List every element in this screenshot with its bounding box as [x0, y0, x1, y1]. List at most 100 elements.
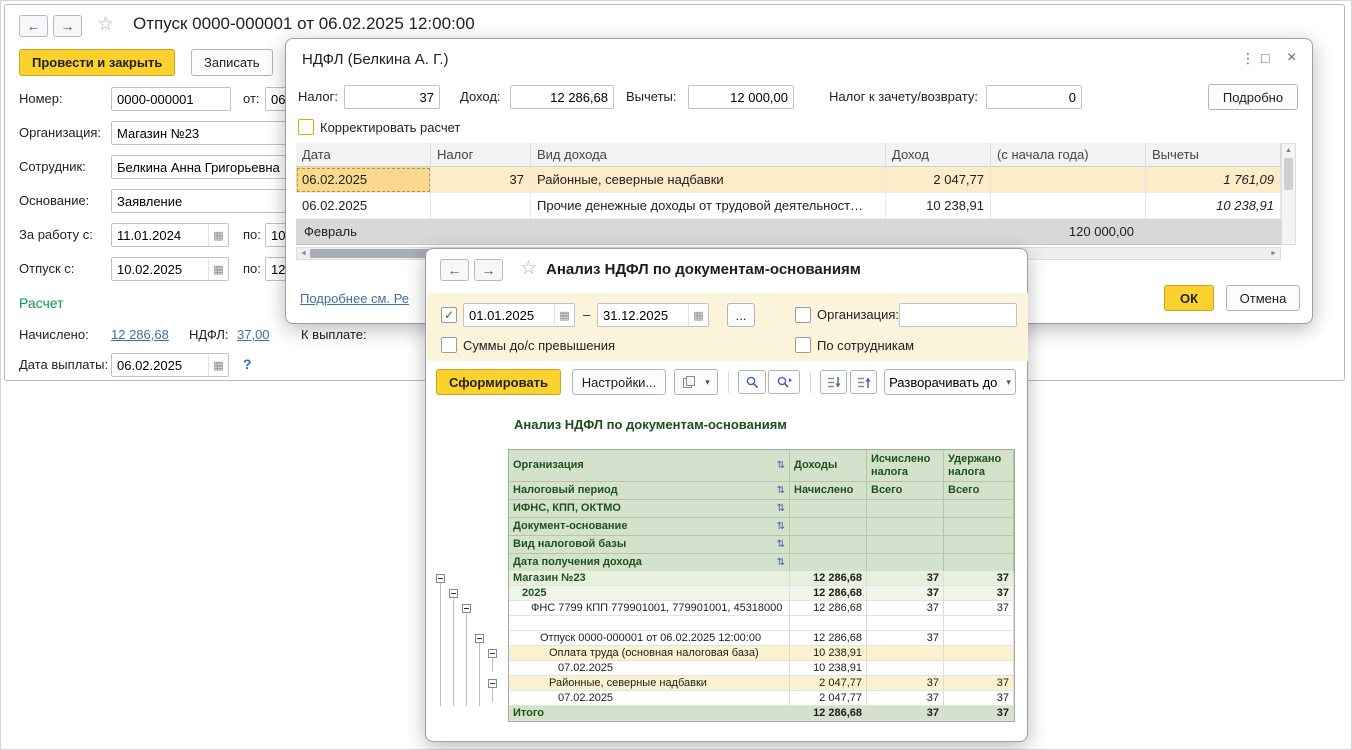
collapse-group-icon[interactable] [488, 649, 497, 658]
organization-input[interactable]: Магазин №23 [111, 121, 311, 145]
report-row-label[interactable]: Районные, северные надбавки [509, 676, 790, 691]
report-header-label[interactable]: Документ-основание⇅ [509, 518, 790, 536]
search-next-button[interactable] [768, 370, 800, 394]
expand-to-button[interactable]: Разворачивать до ▾ [884, 369, 1016, 395]
column-header-deductions[interactable]: Вычеты [1146, 143, 1281, 167]
report-variants-button[interactable]: ▾ [674, 369, 718, 395]
report-row-value: 12 286,68 [790, 631, 867, 646]
back-button[interactable]: ← [19, 15, 48, 37]
report-header-label[interactable]: ИФНС, КПП, ОКТМО⇅ [509, 500, 790, 518]
sort-icon[interactable]: ⇅ [777, 503, 785, 515]
favorite-star-icon[interactable]: ☆ [520, 259, 537, 279]
forward-button[interactable]: → [474, 259, 503, 281]
details-button[interactable]: Подробно [1208, 84, 1298, 110]
period-from-input[interactable]: 01.01.2025 ▦ [463, 303, 575, 327]
sort-icon[interactable]: ⇅ [777, 521, 785, 533]
scrollbar-thumb[interactable] [1284, 158, 1293, 190]
report-row-label[interactable]: Магазин №23 [509, 571, 790, 586]
post-and-close-button[interactable]: Провести и закрыть [19, 49, 175, 76]
pay-date-input[interactable]: 06.02.2025 ▦ [111, 353, 229, 377]
sort-icon[interactable]: ⇅ [777, 557, 785, 569]
close-icon[interactable]: × [1287, 49, 1296, 67]
see-more-link[interactable]: Подробнее см. Ре [300, 291, 409, 306]
scroll-left-icon[interactable]: ◄ [297, 250, 310, 257]
organization-checkbox[interactable] [795, 307, 811, 323]
calendar-icon[interactable]: ▦ [688, 304, 708, 326]
column-header-income[interactable]: Доход [886, 143, 991, 167]
column-header-tax[interactable]: Налог [431, 143, 531, 167]
deductions-input[interactable]: 12 000,00 [688, 85, 794, 109]
pay-date-value[interactable]: 06.02.2025 [112, 354, 208, 376]
report-header-label[interactable]: Дата получения дохода⇅ [509, 554, 790, 572]
ndfl-table-row[interactable]: 06.02.202537Районные, северные надбавки2… [296, 167, 1281, 193]
number-input[interactable]: 0000-000001 [111, 87, 231, 111]
help-icon[interactable]: ? [243, 356, 252, 372]
sort-icon[interactable]: ⇅ [777, 539, 785, 551]
more-menu-icon[interactable]: ⋮ [1241, 50, 1255, 67]
ndfl-cell-income_type: Прочие денежные доходы от трудовой деяте… [531, 193, 886, 219]
collapse-group-icon[interactable] [436, 574, 445, 583]
adjust-calculation-checkbox[interactable] [298, 119, 314, 135]
collapse-group-icon[interactable] [449, 589, 458, 598]
expand-levels-button[interactable] [850, 370, 877, 394]
by-employees-checkbox[interactable] [795, 337, 811, 353]
report-header-label[interactable]: Организация⇅ [509, 450, 790, 482]
calendar-icon[interactable]: ▦ [208, 258, 228, 280]
vacation-from-value[interactable]: 10.02.2025 [112, 258, 208, 280]
scroll-right-icon[interactable]: ► [1267, 250, 1280, 257]
cancel-button[interactable]: Отмена [1226, 285, 1300, 311]
scroll-up-icon[interactable]: ▲ [1282, 144, 1295, 157]
income-input[interactable]: 12 286,68 [510, 85, 614, 109]
report-header-label[interactable]: Вид налоговой базы⇅ [509, 536, 790, 554]
period-checkbox[interactable]: ✓ [441, 307, 457, 323]
report-header-label[interactable]: Налоговый период⇅ [509, 482, 790, 500]
period-more-button[interactable]: ... [727, 303, 755, 327]
sort-icon[interactable]: ⇅ [777, 460, 785, 472]
calendar-icon[interactable]: ▦ [208, 224, 228, 246]
calendar-icon[interactable]: ▦ [554, 304, 574, 326]
tax-offset-input[interactable]: 0 [986, 85, 1082, 109]
period-to-value[interactable]: 31.12.2025 [598, 304, 688, 326]
report-row-label[interactable]: 2025 [509, 586, 790, 601]
ok-button[interactable]: ОК [1164, 285, 1214, 311]
search-button[interactable] [738, 370, 766, 394]
save-button[interactable]: Записать [191, 49, 273, 76]
excess-sums-checkbox[interactable] [441, 337, 457, 353]
basis-input[interactable]: Заявление [111, 189, 311, 213]
report-row-label[interactable]: Отпуск 0000-000001 от 06.02.2025 12:00:0… [509, 631, 790, 646]
collapse-levels-button[interactable] [820, 370, 847, 394]
settings-button[interactable]: Настройки... [572, 369, 666, 395]
back-button[interactable]: ← [440, 259, 469, 281]
ndfl-group-row[interactable]: Февраль 120 000,00 [296, 219, 1281, 245]
column-header-income-type[interactable]: Вид дохода [531, 143, 886, 167]
report-row-label[interactable]: ФНС 7799 КПП 779901001, 779901001, 45318… [509, 601, 790, 616]
sort-icon[interactable]: ⇅ [777, 485, 785, 497]
tax-input[interactable]: 37 [344, 85, 440, 109]
period-to-input[interactable]: 31.12.2025 ▦ [597, 303, 709, 327]
collapse-group-icon[interactable] [475, 634, 484, 643]
ndfl-table-row[interactable]: 06.02.2025Прочие денежные доходы от труд… [296, 193, 1281, 219]
collapse-group-icon[interactable] [488, 679, 497, 688]
favorite-star-icon[interactable]: ☆ [97, 15, 114, 35]
work-from-input[interactable]: 11.01.2024 ▦ [111, 223, 229, 247]
vacation-from-input[interactable]: 10.02.2025 ▦ [111, 257, 229, 281]
report-row-label[interactable]: Оплата труда (основная налоговая база) [509, 646, 790, 661]
forward-button[interactable]: → [53, 15, 82, 37]
report-row-label[interactable]: 07.02.2025 [509, 661, 790, 676]
column-header-ytd[interactable]: (с начала года) [991, 143, 1146, 167]
generate-button[interactable]: Сформировать [436, 369, 561, 395]
work-from-value[interactable]: 11.01.2024 [112, 224, 208, 246]
column-header-date[interactable]: Дата [296, 143, 431, 167]
maximize-icon[interactable]: □ [1261, 50, 1269, 66]
organization-filter-input[interactable] [899, 303, 1017, 327]
collapse-group-icon[interactable] [462, 604, 471, 613]
report-row-label[interactable]: Итого [509, 706, 790, 721]
accrued-amount-link[interactable]: 12 286,68 [111, 327, 169, 342]
vertical-scrollbar[interactable]: ▲ [1281, 143, 1296, 245]
calendar-icon[interactable]: ▦ [208, 354, 228, 376]
employee-input[interactable]: Белкина Анна Григорьевна [111, 155, 311, 179]
period-from-value[interactable]: 01.01.2025 [464, 304, 554, 326]
report-row-label[interactable] [509, 616, 790, 631]
report-row-label[interactable]: 07.02.2025 [509, 691, 790, 706]
ndfl-amount-link[interactable]: 37,00 [237, 327, 270, 342]
